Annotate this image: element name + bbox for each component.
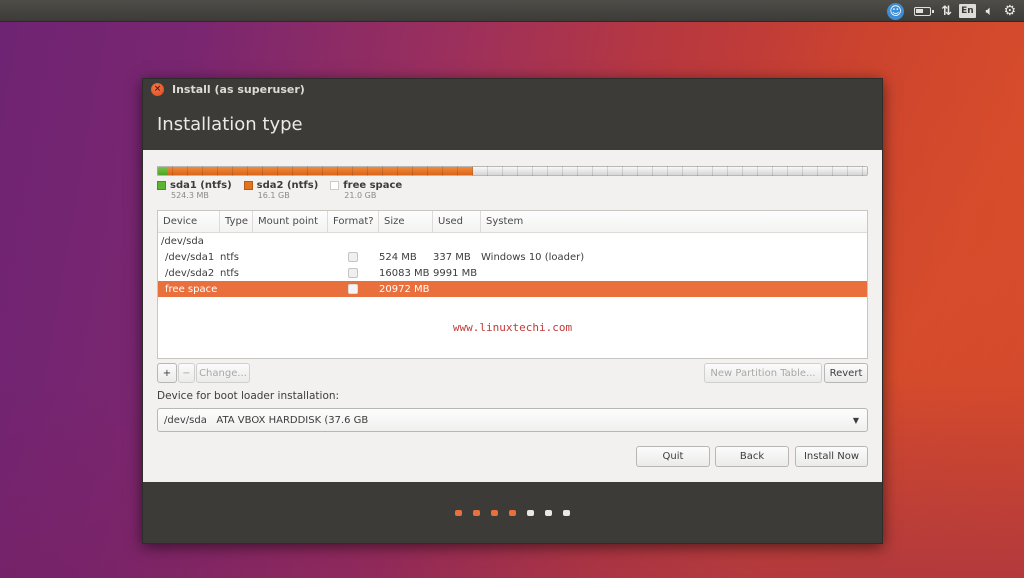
cell-size: 16083 MB	[379, 267, 430, 279]
quit-button[interactable]: Quit	[636, 446, 710, 467]
add-partition-button[interactable]: +	[157, 363, 177, 383]
progress-step-dot	[527, 509, 534, 516]
page-title: Installation type	[157, 114, 303, 135]
column-header-format[interactable]: Format?	[328, 211, 379, 232]
progress-step-dot	[545, 509, 552, 516]
legend-size: 524.3 MB	[171, 191, 209, 200]
progress-step-dot	[509, 509, 516, 516]
partition-bar	[157, 166, 868, 176]
legend-swatch	[157, 181, 166, 190]
accessibility-icon: ☺	[887, 2, 905, 20]
volume-icon: 🔈︎	[985, 3, 994, 19]
network-indicator[interactable]: ⇅	[941, 2, 952, 20]
network-icon: ⇅	[941, 3, 952, 19]
format-checkbox[interactable]	[348, 268, 358, 278]
close-button[interactable]: ×	[151, 82, 164, 96]
page-header: Installation type	[143, 99, 882, 150]
watermark-text: www.linuxtechi.com	[452, 321, 573, 334]
legend-size: 21.0 GB	[344, 191, 377, 200]
partition-segment-free	[472, 167, 867, 175]
cell-system: Windows 10 (loader)	[481, 251, 585, 263]
legend-item-free-space: free space 21.0 GB	[330, 180, 402, 200]
cell-type: ntfs	[220, 267, 239, 279]
format-checkbox[interactable]	[348, 252, 358, 262]
system-tray: ☺ ⇅ En 🔈︎ ⚙	[887, 0, 1016, 22]
cell-used: 337 MB	[433, 251, 471, 263]
column-header-used[interactable]: Used	[433, 211, 481, 232]
partition-legend: sda1 (ntfs) 524.3 MB sda2 (ntfs) 16.1 GB…	[157, 180, 402, 200]
progress-footer	[143, 482, 882, 543]
table-row-selected[interactable]: free space 20972 MB	[158, 281, 867, 297]
partition-segment-sda1	[158, 167, 168, 175]
partition-table[interactable]: Device Type Mount point Format? Size Use…	[157, 210, 868, 359]
boot-loader-device-select[interactable]: /dev/sda ATA VBOX HARDDISK (37.6 GB ▼	[157, 408, 868, 432]
column-header-type[interactable]: Type	[220, 211, 253, 232]
legend-label: sda2 (ntfs)	[256, 180, 319, 191]
partition-segment-sda2	[167, 167, 473, 175]
remove-partition-button[interactable]: −	[178, 363, 195, 383]
cell-used: 9991 MB	[433, 267, 478, 279]
progress-step-dot	[455, 509, 462, 516]
window-titlebar[interactable]: × Install (as superuser)	[143, 79, 882, 99]
table-row[interactable]: /dev/sda	[158, 233, 867, 249]
installer-window: × Install (as superuser) Installation ty…	[142, 78, 883, 544]
boot-loader-label: Device for boot loader installation:	[157, 390, 340, 402]
keyboard-indicator[interactable]: En	[959, 2, 976, 20]
cell-size: 524 MB	[379, 251, 417, 263]
cell-format	[328, 268, 379, 278]
install-now-button[interactable]: Install Now	[795, 446, 868, 467]
legend-item-sda2: sda2 (ntfs) 16.1 GB	[243, 180, 319, 200]
progress-step-dot	[563, 509, 570, 516]
column-header-device[interactable]: Device	[158, 211, 220, 232]
cell-device: /dev/sda1	[165, 251, 215, 263]
column-header-system[interactable]: System	[481, 211, 867, 232]
revert-button[interactable]: Revert	[824, 363, 868, 383]
legend-label: sda1 (ntfs)	[170, 180, 232, 191]
top-panel: ☺ ⇅ En 🔈︎ ⚙	[0, 0, 1024, 22]
cell-device: free space	[165, 283, 218, 295]
column-header-mount-point[interactable]: Mount point	[253, 211, 328, 232]
column-header-size[interactable]: Size	[379, 211, 433, 232]
battery-indicator[interactable]	[914, 2, 935, 20]
battery-icon	[914, 6, 935, 16]
back-button[interactable]: Back	[715, 446, 789, 467]
table-row[interactable]: /dev/sda1 ntfs 524 MB 337 MB Windows 10 …	[158, 249, 867, 265]
cell-size: 20972 MB	[379, 283, 430, 295]
legend-label: free space	[343, 180, 403, 191]
legend-swatch	[243, 181, 253, 190]
cell-device: /dev/sda	[161, 235, 204, 247]
volume-indicator[interactable]: 🔈︎	[986, 2, 994, 20]
window-title: Install (as superuser)	[172, 82, 305, 96]
format-checkbox[interactable]	[348, 284, 358, 294]
legend-item-sda1: sda1 (ntfs) 524.3 MB	[157, 180, 232, 200]
accessibility-indicator[interactable]: ☺	[887, 2, 905, 20]
table-row[interactable]: /dev/sda2 ntfs 16083 MB 9991 MB	[158, 265, 867, 281]
legend-swatch	[330, 181, 340, 190]
cell-format	[328, 284, 379, 294]
cell-type: ntfs	[220, 251, 239, 263]
new-partition-table-button[interactable]: New Partition Table...	[704, 363, 822, 383]
change-partition-button[interactable]: Change...	[196, 363, 250, 383]
gear-icon: ⚙	[1003, 3, 1016, 19]
boot-loader-selected-value: /dev/sda ATA VBOX HARDDISK (37.6 GB	[164, 414, 369, 426]
table-header: Device Type Mount point Format? Size Use…	[158, 211, 867, 233]
close-icon: ×	[153, 83, 162, 94]
session-indicator[interactable]: ⚙	[1003, 2, 1016, 20]
content-area: sda1 (ntfs) 524.3 MB sda2 (ntfs) 16.1 GB…	[143, 150, 882, 483]
cell-device: /dev/sda2	[165, 267, 215, 279]
progress-step-dot	[473, 509, 480, 516]
keyboard-layout-icon: En	[959, 4, 976, 18]
dropdown-arrow-icon: ▼	[852, 416, 859, 425]
cell-format	[328, 252, 379, 262]
progress-step-dot	[491, 509, 498, 516]
legend-size: 16.1 GB	[257, 191, 290, 200]
